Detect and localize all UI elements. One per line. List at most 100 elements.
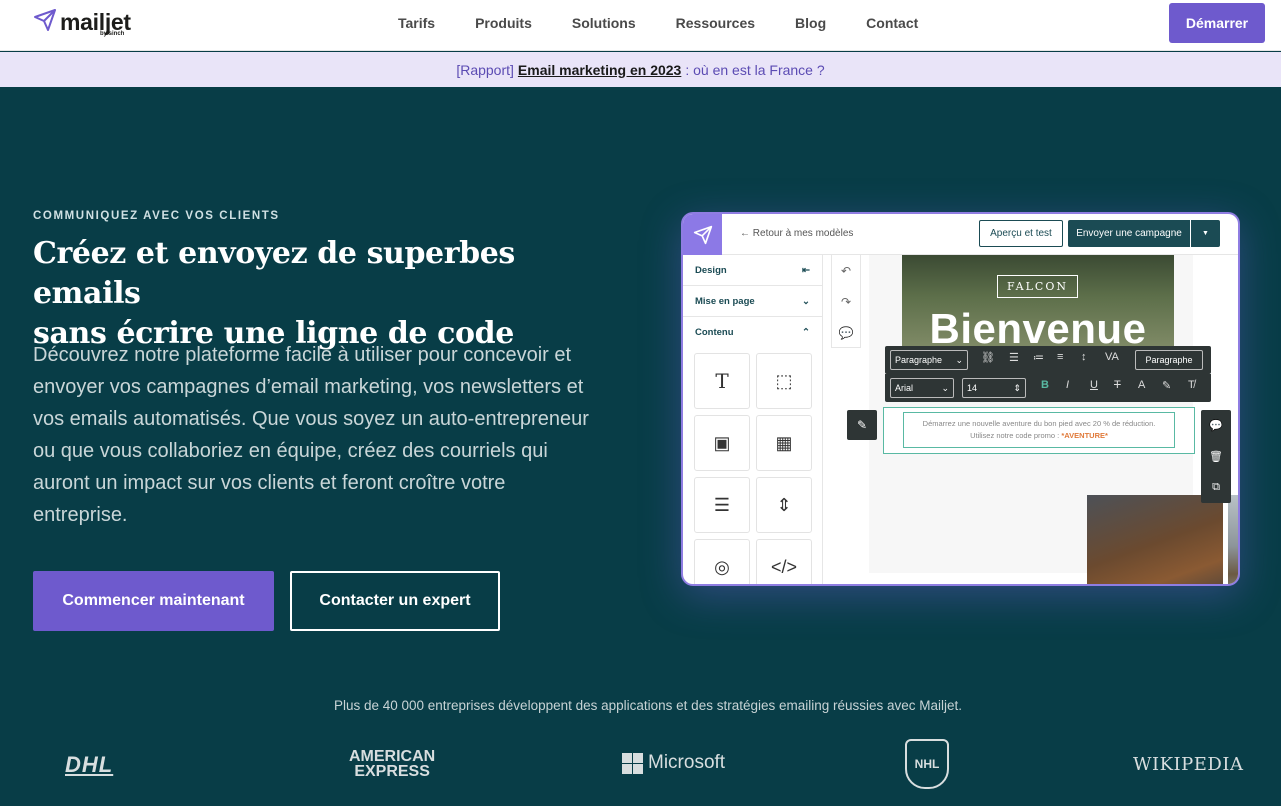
chevron-up-icon: ⌃: [802, 327, 810, 338]
amex-line-1: AMERICAN: [349, 748, 436, 765]
sidebar-content-label: Contenu: [695, 327, 734, 338]
collapse-left-icon[interactable]: ⇤: [802, 265, 810, 276]
send-campaign-button[interactable]: Envoyer une campagne: [1068, 220, 1190, 247]
dhl-logo: DHL: [65, 752, 114, 777]
numbered-list-icon[interactable]: ≔: [1033, 351, 1044, 364]
video-block-icon[interactable]: ▦: [756, 415, 812, 471]
align-left-icon[interactable]: ≡: [1057, 351, 1063, 363]
link-icon[interactable]: ⛓: [981, 351, 995, 364]
hero-image[interactable]: FALCON Bienvenue: [902, 255, 1174, 347]
banner-prefix: [Rapport]: [456, 61, 514, 78]
promo-line-2-text: Utilisez notre code promo :: [970, 431, 1060, 440]
block-actions: 💬 🗑 ⧉: [1201, 410, 1231, 503]
microsoft-grid-icon: [622, 752, 643, 774]
logo-subtitle: by sinch: [100, 31, 125, 37]
image-block-icon[interactable]: ▣: [694, 415, 750, 471]
history-panel: ↶ ↷ 💬: [831, 255, 861, 348]
back-to-templates-link[interactable]: ← Retour à mes modèles: [740, 228, 853, 239]
hero-eyebrow: COMMUNIQUEZ AVEC VOS CLIENTS: [33, 210, 280, 222]
nav-link-produits[interactable]: Produits: [475, 15, 532, 31]
code-block-icon[interactable]: </>: [756, 539, 812, 584]
selected-text-block[interactable]: Démarrez une nouvelle aventure du bon pi…: [883, 407, 1195, 454]
promo-line-1: Démarrez une nouvelle aventure du bon pi…: [922, 419, 1156, 428]
sidebar-layout-label: Mise en page: [695, 295, 755, 307]
falcon-brand-box: FALCON: [997, 275, 1078, 298]
font-size-value: 14: [967, 383, 978, 393]
paper-plane-icon: [693, 225, 712, 244]
chevron-down-icon: ⌄: [802, 295, 810, 307]
back-label: Retour à mes modèles: [752, 228, 854, 239]
wikipedia-logo: WIKIPEDIA: [1133, 754, 1244, 775]
hero-headline-line-1: Créez et envoyez de superbes emails: [33, 236, 515, 311]
sidebar-item-content[interactable]: Contenu ⌃: [683, 317, 822, 348]
top-nav: mailjet by sinch Tarifs Produits Solutio…: [0, 0, 1281, 51]
underline-icon[interactable]: U: [1090, 379, 1098, 391]
redo-icon[interactable]: ↷: [832, 286, 860, 317]
line-height-icon[interactable]: ↕: [1081, 351, 1087, 363]
button-block-icon[interactable]: ⬚: [756, 353, 812, 409]
clear-format-icon[interactable]: T̸: [1188, 379, 1195, 391]
promo-code: *AVENTURE*: [1061, 431, 1108, 440]
chevron-down-icon[interactable]: ▼: [1191, 220, 1220, 247]
nhl-logo: NHL: [905, 739, 949, 789]
paragraph-button[interactable]: Paragraphe: [1135, 350, 1203, 370]
nav-link-blog[interactable]: Blog: [795, 15, 826, 31]
boots-photo[interactable]: [1087, 495, 1223, 584]
duplicate-icon[interactable]: ⧉: [1201, 472, 1231, 503]
italic-icon[interactable]: I: [1066, 379, 1069, 391]
microsoft-wordmark: Microsoft: [648, 752, 726, 773]
trash-icon[interactable]: 🗑: [1201, 441, 1231, 472]
content-blocks: T ⬚ ▣ ▦ ☰ ⇕ ◎ </>: [694, 353, 812, 584]
nav-links: Tarifs Produits Solutions Ressources Blo…: [378, 0, 938, 46]
comment-icon[interactable]: 💬: [1201, 410, 1231, 441]
bullet-list-icon[interactable]: ☰: [1009, 351, 1019, 364]
mailjet-logo[interactable]: mailjet by sinch: [33, 8, 131, 42]
nav-link-solutions[interactable]: Solutions: [572, 15, 636, 31]
chevron-down-icon: ⌄: [941, 382, 949, 393]
sidebar-design-label: Design: [695, 264, 727, 276]
font-size-stepper[interactable]: 14 ⇕: [962, 378, 1026, 398]
comment-icon[interactable]: 💬: [832, 317, 860, 348]
promo-text: Démarrez une nouvelle aventure du bon pi…: [903, 412, 1175, 448]
paragraph-style-select[interactable]: Paragraphe ⌄: [890, 350, 968, 370]
highlight-icon[interactable]: ✎: [1162, 379, 1171, 392]
sidebar-item-design[interactable]: Design ⇤: [683, 255, 822, 286]
letter-spacing-icon[interactable]: VA: [1105, 351, 1119, 363]
hiker-photo[interactable]: [1228, 495, 1238, 584]
nav-link-contact[interactable]: Contact: [866, 15, 918, 31]
preview-test-button[interactable]: Aperçu et test: [979, 220, 1063, 247]
trust-text: Plus de 40 000 entreprises développent d…: [333, 698, 963, 713]
chevron-down-icon: ⌄: [955, 354, 963, 365]
paragraph-style-value: Paragraphe: [895, 355, 943, 365]
undo-icon[interactable]: ↶: [832, 255, 860, 286]
start-button[interactable]: Démarrer: [1169, 3, 1265, 43]
editor-logo: [683, 214, 722, 255]
start-now-button[interactable]: Commencer maintenant: [33, 571, 274, 631]
font-family-select[interactable]: Arial ⌄: [890, 378, 954, 398]
editor-mockup: ← Retour à mes modèles Aperçu et test En…: [681, 212, 1240, 586]
welcome-headline: Bienvenue: [929, 305, 1147, 347]
stepper-icon: ⇕: [1013, 382, 1021, 393]
microsoft-logo: Microsoft: [622, 752, 725, 774]
hero-lead: Découvrez notre plateforme facile à util…: [33, 344, 589, 526]
promo-line-2: Utilisez notre code promo : *AVENTURE*: [904, 430, 1174, 442]
editor-topbar: ← Retour à mes modèles Aperçu et test En…: [722, 214, 1238, 255]
banner-report-link[interactable]: Email marketing en 2023: [518, 62, 681, 78]
american-express-logo: AMERICAN EXPRESS: [349, 748, 436, 780]
social-block-icon[interactable]: ◎: [694, 539, 750, 584]
nav-link-ressources[interactable]: Ressources: [676, 15, 755, 31]
contact-expert-button[interactable]: Contacter un expert: [290, 571, 500, 631]
text-block-icon[interactable]: T: [694, 353, 750, 409]
spacer-block-icon[interactable]: ⇕: [756, 477, 812, 533]
editor-sidebar: Design ⇤ Mise en page ⌄ Contenu ⌃ T ⬚ ▣ …: [683, 255, 823, 584]
text-color-icon[interactable]: A: [1138, 379, 1145, 391]
strikethrough-icon[interactable]: T: [1114, 379, 1121, 391]
bold-icon[interactable]: B: [1041, 379, 1049, 391]
edit-pencil-icon[interactable]: ✎: [847, 410, 877, 440]
paper-plane-icon: [34, 9, 56, 31]
format-toolbar-row-2: Arial ⌄ 14 ⇕ B I U T A ✎ T̸: [885, 374, 1211, 402]
sidebar-item-layout[interactable]: Mise en page ⌄: [683, 286, 822, 317]
banner-suffix: : où en est la France ?: [685, 61, 825, 78]
divider-block-icon[interactable]: ☰: [694, 477, 750, 533]
nav-link-tarifs[interactable]: Tarifs: [398, 15, 435, 31]
